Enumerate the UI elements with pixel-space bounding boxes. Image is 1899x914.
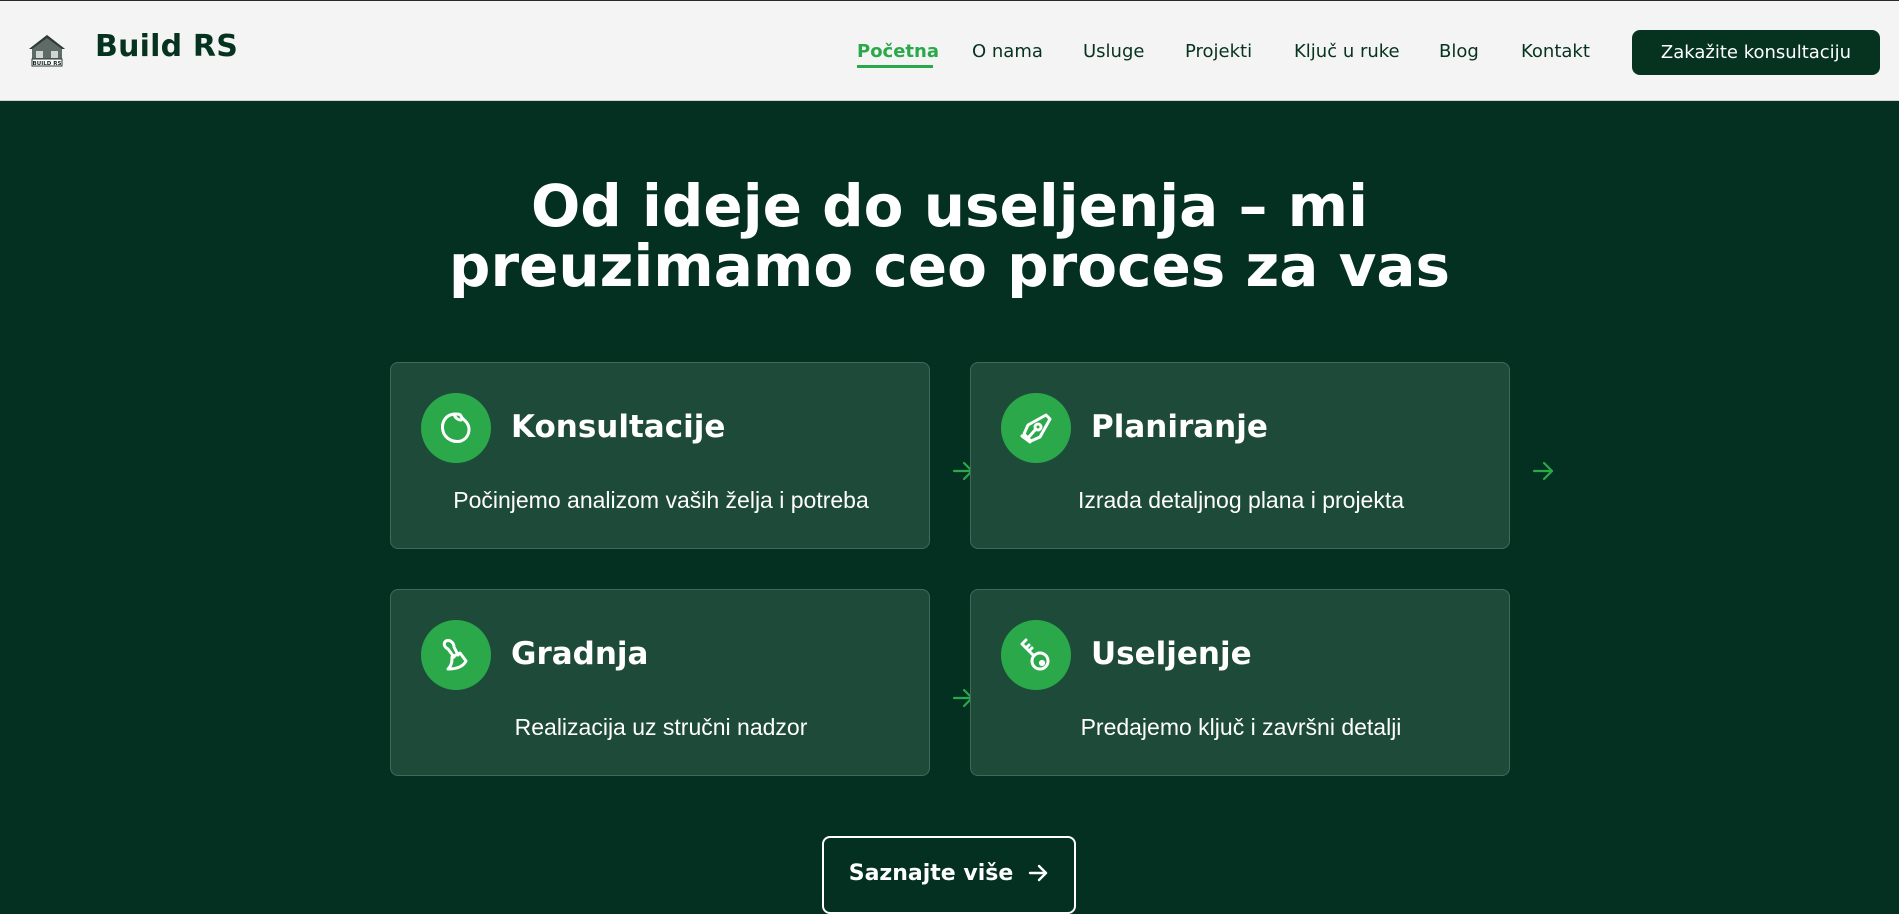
nav-kljuc-u-ruke[interactable]: Ključ u ruke xyxy=(1294,41,1400,62)
step-title: Konsultacije xyxy=(511,409,726,445)
arrow-right-icon xyxy=(1532,461,1554,481)
hero-title-line-1: Od ideje do useljenja – mi xyxy=(531,172,1368,240)
nav-blog[interactable]: Blog xyxy=(1439,41,1479,62)
step-title: Planiranje xyxy=(1091,409,1268,445)
step-description: Predajemo ključ i završni detalji xyxy=(1080,714,1402,740)
step-card-konsultacije[interactable]: Konsultacije Počinjemo analizom vaših že… xyxy=(390,362,930,549)
learn-more-button[interactable]: Saznajte više xyxy=(822,836,1076,914)
step-description: Izrada detaljnog plana i projekta xyxy=(1077,487,1405,513)
hero-title-line-2: preuzimamo ceo proces za vas xyxy=(448,232,1451,300)
step-card-useljenje[interactable]: Useljenje Predajemo ključ i završni deta… xyxy=(970,589,1510,776)
step-description: Realizacija uz stručni nadzor xyxy=(514,714,808,740)
nav-o-nama[interactable]: O nama xyxy=(972,41,1043,62)
step-card-planiranje[interactable]: Planiranje Izrada detaljnog plana i proj… xyxy=(970,362,1510,549)
step-title: Gradnja xyxy=(511,636,649,672)
nav-active-underline xyxy=(857,65,933,68)
step-description: Počinjemo analizom vaših želja i potreba xyxy=(453,487,869,513)
nav-usluge[interactable]: Usluge xyxy=(1083,41,1144,62)
schedule-consultation-button[interactable]: Zakažite konsultaciju xyxy=(1632,30,1880,75)
arrow-right-icon xyxy=(1029,864,1048,882)
brush-icon xyxy=(421,620,491,690)
pen-nib-icon xyxy=(1001,393,1071,463)
key-icon xyxy=(1001,620,1071,690)
step-title: Useljenje xyxy=(1091,636,1252,672)
nav-pocetna[interactable]: Početna xyxy=(857,41,939,62)
header: BUILD RS Build RS Početna O nama Usluge … xyxy=(0,0,1899,101)
learn-more-label: Saznajte više xyxy=(848,860,1014,886)
brand-name[interactable]: Build RS xyxy=(95,29,238,64)
logo-text: BUILD RS xyxy=(33,61,62,67)
house-logo-icon[interactable]: BUILD RS xyxy=(26,31,68,69)
nav-kontakt[interactable]: Kontakt xyxy=(1521,41,1590,62)
step-card-gradnja[interactable]: Gradnja Realizacija uz stručni nadzor xyxy=(390,589,930,776)
nav-projekti[interactable]: Projekti xyxy=(1185,41,1252,62)
hero-title: Od ideje do useljenja – mi preuzimamo ce… xyxy=(0,176,1899,296)
leaf-icon xyxy=(421,393,491,463)
